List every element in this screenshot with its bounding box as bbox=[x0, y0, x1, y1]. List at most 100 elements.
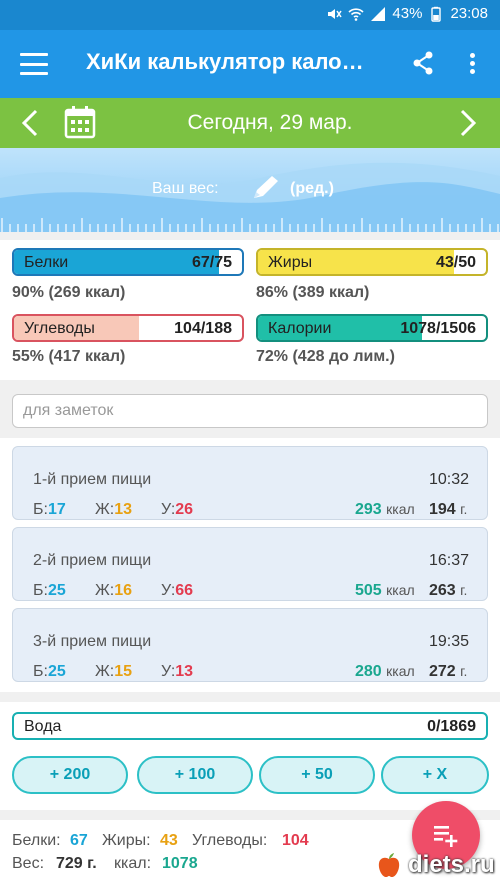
meal-card[interactable]: 3-й прием пищи 19:35 Б:25 Ж:15 У:13 280 … bbox=[12, 608, 488, 682]
signal-icon bbox=[371, 6, 386, 21]
add-food-icon bbox=[434, 826, 458, 847]
battery-icon bbox=[431, 6, 442, 22]
meal-fat-label: Ж: bbox=[95, 663, 115, 680]
carbs-percent: 55% (417 ккал) bbox=[12, 348, 126, 365]
protein-label: Белки bbox=[24, 254, 69, 271]
meal-kcal-unit: ккал bbox=[386, 663, 415, 679]
meal-kcal-unit: ккал bbox=[386, 501, 415, 517]
macros-panel: Белки 67/75 90% (269 ккал) Жиры 43/50 86… bbox=[0, 240, 500, 380]
meal-carbs-label: У: bbox=[161, 501, 176, 518]
app-title: ХиКи калькулятор кало… bbox=[86, 49, 364, 74]
summary-weight: 729 г. bbox=[56, 855, 97, 872]
water-add-200-button[interactable]: + 200 bbox=[12, 756, 128, 794]
chevron-right-icon[interactable] bbox=[456, 108, 480, 138]
calories-value: 1078/1506 bbox=[400, 320, 476, 337]
meal-fat-label: Ж: bbox=[95, 582, 115, 599]
meal-time: 19:35 bbox=[428, 633, 469, 650]
wifi-icon bbox=[348, 7, 364, 21]
protein-percent: 90% (269 ккал) bbox=[12, 284, 126, 301]
meal-protein: 25 bbox=[47, 663, 66, 680]
meal-name: 3-й прием пищи bbox=[33, 633, 152, 650]
water-label: Вода bbox=[24, 718, 62, 735]
fat-percent: 86% (389 ккал) bbox=[256, 284, 370, 301]
meal-grams-unit: г. bbox=[460, 501, 468, 517]
battery-percent: 43% bbox=[392, 5, 423, 22]
meal-time: 16:37 bbox=[428, 552, 469, 569]
share-icon[interactable] bbox=[408, 48, 438, 78]
carbs-bar[interactable]: Углеводы 104/188 bbox=[12, 314, 244, 342]
meal-protein-label: Б: bbox=[33, 582, 48, 599]
calories-bar[interactable]: Калории 1078/1506 bbox=[256, 314, 488, 342]
summary-fat: 43 bbox=[160, 832, 178, 849]
carbs-value: 104/188 bbox=[174, 320, 232, 337]
weight-label: Ваш вес: bbox=[152, 180, 219, 197]
water-add-custom-button[interactable]: + X bbox=[381, 756, 489, 794]
weight-ruler[interactable] bbox=[0, 212, 500, 232]
summary-kcal-label: ккал: bbox=[114, 855, 152, 872]
carbs-label: Углеводы bbox=[24, 320, 95, 337]
water-add-100-button[interactable]: + 100 bbox=[137, 756, 253, 794]
mute-icon bbox=[328, 8, 343, 19]
meal-protein-label: Б: bbox=[33, 501, 48, 518]
water-add-50-button[interactable]: + 50 bbox=[259, 756, 375, 794]
notes-input[interactable]: для заметок bbox=[12, 394, 488, 428]
meals-list: 1-й прием пищи 10:32 Б:17 Ж:13 У:26 293 … bbox=[0, 438, 500, 692]
status-bar: 43% 23:08 bbox=[0, 0, 500, 30]
meal-carbs: 66 bbox=[175, 582, 194, 599]
meal-grams: 263 bbox=[429, 582, 456, 599]
meal-carbs: 26 bbox=[175, 501, 194, 518]
meal-grams-unit: г. bbox=[460, 582, 468, 598]
menu-icon[interactable] bbox=[18, 50, 50, 78]
pencil-icon[interactable] bbox=[248, 174, 282, 204]
water-value: 0/1869 bbox=[427, 718, 476, 735]
watermark-text: diets.ru bbox=[408, 851, 495, 878]
meal-carbs-label: У: bbox=[161, 582, 176, 599]
meal-carbs: 13 bbox=[175, 663, 194, 680]
calories-label: Калории bbox=[268, 320, 332, 337]
water-bar[interactable]: Вода 0/1869 bbox=[12, 712, 488, 740]
summary-weight-label: Вес: bbox=[12, 855, 45, 872]
chevron-left-icon[interactable] bbox=[18, 108, 42, 138]
summary-protein-label: Белки: bbox=[12, 832, 61, 849]
fat-bar[interactable]: Жиры 43/50 bbox=[256, 248, 488, 276]
meal-name: 2-й прием пищи bbox=[33, 552, 152, 569]
current-date[interactable]: Сегодня, 29 мар. bbox=[130, 111, 410, 135]
meal-grams-unit: г. bbox=[460, 663, 468, 679]
weight-bar: Ваш вес: (ред.) bbox=[0, 148, 500, 232]
meal-kcal: 505 bbox=[355, 582, 382, 599]
clock: 23:08 bbox=[450, 5, 488, 22]
calendar-icon[interactable] bbox=[64, 105, 96, 139]
meal-fat-label: Ж: bbox=[95, 501, 115, 518]
meal-protein: 17 bbox=[47, 501, 66, 518]
apple-logo-icon bbox=[378, 853, 400, 877]
weight-edit-link[interactable]: (ред.) bbox=[290, 180, 334, 198]
fat-label: Жиры bbox=[268, 254, 313, 271]
calories-percent: 72% (428 до лим.) bbox=[256, 348, 395, 365]
meal-fat: 15 bbox=[114, 663, 133, 680]
meal-protein: 25 bbox=[47, 582, 66, 599]
watermark: diets.ru bbox=[374, 849, 500, 883]
summary-carbs: 104 bbox=[282, 832, 309, 849]
summary-fat-label: Жиры: bbox=[102, 832, 151, 849]
meal-carbs-label: У: bbox=[161, 663, 176, 680]
meal-fat: 16 bbox=[114, 582, 133, 599]
meal-kcal: 280 bbox=[355, 663, 382, 680]
meal-name: 1-й прием пищи bbox=[33, 471, 152, 488]
water-panel: Вода 0/1869 + 200 + 100 + 50 + X bbox=[0, 702, 500, 810]
app-bar: ХиКи калькулятор кало… bbox=[0, 30, 500, 98]
meal-grams: 272 bbox=[429, 663, 456, 680]
status-icons: 43% 23:08 bbox=[326, 5, 488, 22]
more-icon[interactable] bbox=[462, 48, 482, 78]
meal-fat: 13 bbox=[114, 501, 133, 518]
meal-protein-label: Б: bbox=[33, 663, 48, 680]
summary-protein: 67 bbox=[70, 832, 88, 849]
summary-kcal: 1078 bbox=[162, 855, 198, 872]
summary-carbs-label: Углеводы: bbox=[192, 832, 268, 849]
protein-bar[interactable]: Белки 67/75 bbox=[12, 248, 244, 276]
meal-card[interactable]: 2-й прием пищи 16:37 Б:25 Ж:16 У:66 505 … bbox=[12, 527, 488, 601]
meal-kcal-unit: ккал bbox=[386, 582, 415, 598]
fat-value: 43/50 bbox=[435, 254, 476, 271]
protein-value: 67/75 bbox=[191, 254, 232, 271]
meal-kcal: 293 bbox=[355, 501, 382, 518]
meal-card[interactable]: 1-й прием пищи 10:32 Б:17 Ж:13 У:26 293 … bbox=[12, 446, 488, 520]
